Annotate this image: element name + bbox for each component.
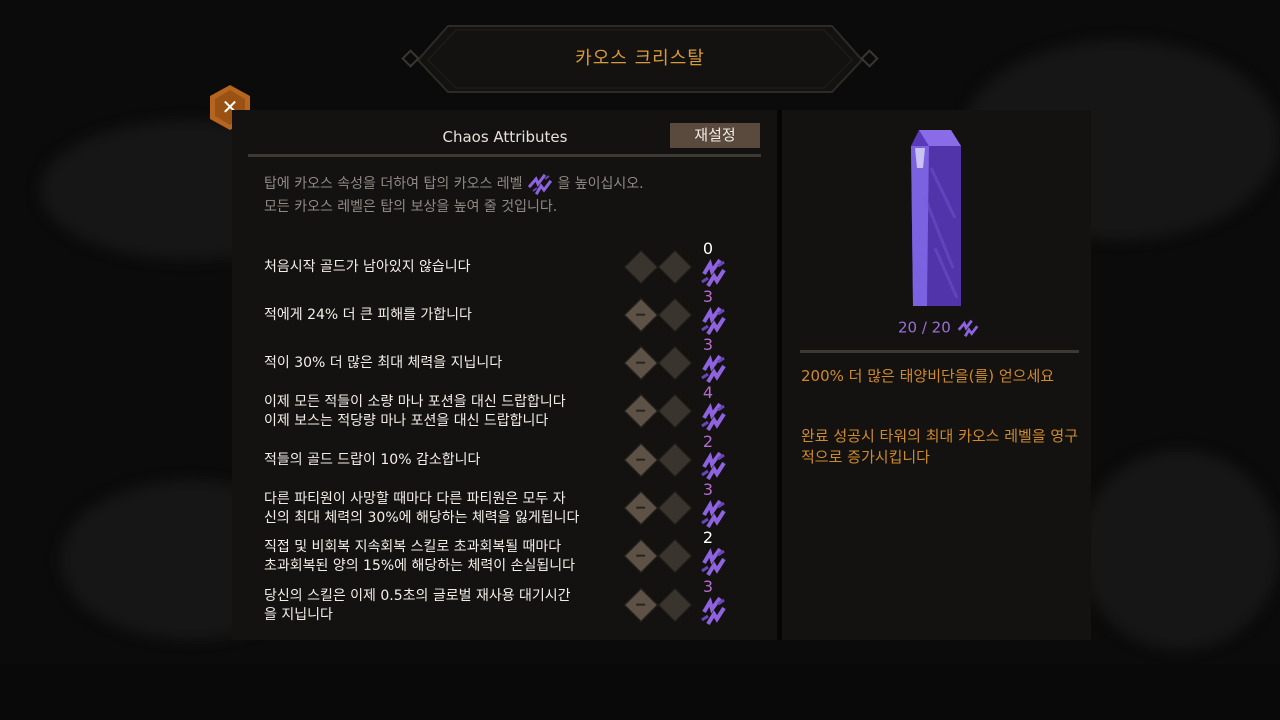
reward-divider bbox=[800, 350, 1079, 353]
attribute-text: 다른 파티원이 사망할 때마다 다른 파티원은 모두 자 신의 최대 체력의 3… bbox=[264, 491, 580, 526]
attribute-text: 직접 및 비회복 지속회복 스킬로 초과회복될 때마다 초과회복된 양의 15%… bbox=[264, 539, 575, 574]
bottom-strip bbox=[0, 664, 1280, 720]
title-banner: 카오스 크리스탈 bbox=[400, 20, 880, 96]
header-divider bbox=[248, 154, 761, 157]
description-line2: 모든 카오스 레벨은 탑의 보상을 높여 줄 것입니다. bbox=[264, 199, 558, 215]
attribute-text: 처음시작 골드가 남아있지 않습니다 bbox=[264, 259, 471, 275]
chaos-crystal-icon bbox=[911, 130, 961, 306]
description-line1-after: 을 높이십시오. bbox=[557, 176, 644, 192]
background-blob bbox=[1080, 450, 1280, 650]
chaos-rune-icon bbox=[527, 173, 553, 196]
attribute-text: 당신의 스킬은 이제 0.5초의 글로벌 재사용 대기시간 을 지닙니다 bbox=[264, 588, 571, 623]
attribute-text: 적에게 24% 더 큰 피해를 가합니다 bbox=[264, 307, 472, 323]
attribute-text: 적이 30% 더 많은 최대 체력을 지닙니다 bbox=[264, 355, 503, 371]
attribute-text: 적들의 골드 드랍이 10% 감소합니다 bbox=[264, 452, 481, 468]
chaos-rune-icon bbox=[696, 590, 730, 634]
description: 탑에 카오스 속성을 더하여 탑의 카오스 레벨 을 높이십시오. 모든 카오스… bbox=[264, 171, 744, 218]
tab-chaos-attributes[interactable]: Chaos Attributes bbox=[400, 128, 610, 146]
crystal-counter-text: 20 / 20 bbox=[898, 318, 951, 337]
reward-text: 완료 성공시 타워의 최대 카오스 레벨을 영구적으로 증가시킵니다 bbox=[801, 427, 1079, 466]
crystal-counter: 20 / 20 bbox=[898, 316, 980, 340]
banner-title: 카오스 크리스탈 bbox=[575, 48, 705, 69]
description-line1-before: 탑에 카오스 속성을 더하여 탑의 카오스 레벨 bbox=[264, 176, 523, 192]
chaos-rune-icon bbox=[957, 319, 978, 337]
reset-button[interactable]: 재설정 bbox=[670, 123, 760, 148]
reward-text: 200% 더 많은 태양비단을(를) 얻으세요 bbox=[801, 367, 1055, 385]
attribute-text: 이제 모든 적들이 소량 마나 포션을 대신 드랍합니다 이제 보스는 적당량 … bbox=[264, 394, 566, 429]
